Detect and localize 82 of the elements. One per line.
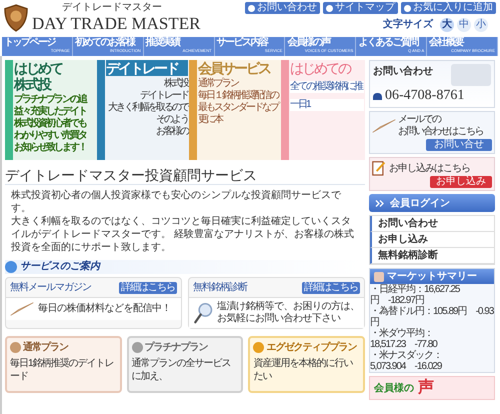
market-line: ・為替ドル円：105.89円 -0.93円 — [370, 306, 494, 328]
photo-placeholder — [451, 64, 491, 86]
plan-name: 通常プラン — [23, 341, 68, 354]
contact-title: お問い合わせ — [373, 64, 433, 79]
sidebar-menu-item[interactable]: お問い合わせ — [370, 216, 494, 232]
card-text: 塩漬け銘柄等で、お困りの方は、お気軽にお問い合わせ下さい — [217, 301, 360, 325]
font-size-button[interactable]: 小 — [474, 18, 488, 32]
plan-emblem-icon — [132, 342, 143, 353]
sidebar-menu-item[interactable]: 無料銘柄診断 — [370, 248, 494, 264]
market-line: ・日経平均：16,627.25円 -182.97円 — [370, 284, 461, 306]
banner-text: 毎日１銘柄推奨配信の — [198, 90, 280, 102]
banner-text: 一日1 — [290, 99, 364, 111]
banner-tab[interactable] — [5, 60, 13, 160]
banner-title: 株式投 — [14, 76, 52, 92]
banner-tab[interactable] — [97, 60, 105, 160]
banner-title: はじめて — [14, 60, 64, 76]
plan-text: 毎日1銘柄推奨のデイトレード — [10, 357, 115, 383]
chevrons-icon — [375, 200, 384, 206]
intro-paragraph: 株式投資初心者の個人投資家様でも安心のシンプルな投資顧問サービスです。 — [11, 189, 342, 215]
banner-text: 株式投 — [163, 78, 188, 90]
phone-icon — [373, 92, 382, 100]
section-heading: デイトレードマスター投資顧問サービス — [5, 166, 365, 185]
link-bullet-icon — [248, 4, 255, 12]
font-size-button[interactable]: 中 — [457, 18, 471, 32]
banner-text: 通常プラン — [198, 78, 240, 90]
details-button[interactable]: 詳細はこちら — [119, 282, 177, 294]
intro-paragraph: 大きく利幅を取るのではなく、コツコツと毎日確実に利益確定していくスタイルがデイトレードマスターです。 経験豊富なアナリストが、お客様の株式投資を全面的にサポート致します。 — [11, 215, 355, 254]
plan-text: 通常プランの全サービスに加え、 — [132, 357, 232, 383]
banner-text: プラチナプランの追 — [14, 94, 88, 105]
banner-title: はじめての — [290, 60, 352, 76]
banner-text: 最もスタンダードなプ — [198, 102, 280, 114]
banner-text: 更に本 — [198, 114, 224, 126]
sidebar-menu-item[interactable]: お申し込み — [370, 232, 494, 248]
voice-banner[interactable]: 会員様の 声 — [369, 376, 495, 400]
banner-text: 益々充実したデイト — [14, 106, 87, 117]
banner-text: お知らせ致します！ — [14, 142, 87, 154]
market-line: ・米ダウ平均：18,517.23 -77.80 — [370, 328, 438, 350]
globe-icon — [5, 261, 17, 273]
font-size-label: 文字サイズ — [383, 18, 433, 32]
apply-button[interactable]: お申し込み — [430, 176, 492, 188]
market-line: ・米ナスダック：5,073.904 -16.029 — [370, 350, 443, 372]
card-title: 無料銘柄診断 — [193, 280, 247, 295]
banner-title: デイトレード — [106, 60, 188, 76]
voice-label: 会員様の — [374, 382, 414, 396]
logo-text: DAY TRADE MASTER — [32, 14, 200, 34]
banner-tab[interactable] — [189, 60, 197, 160]
banner-text: デイトレード — [139, 90, 188, 102]
card-text: 毎日の株価材料などを配信中！ — [38, 303, 171, 315]
banner-title: 会員サービス — [198, 60, 272, 76]
mail-text: メールでの — [398, 114, 442, 126]
top-link[interactable]: お気に入りに追加 — [401, 2, 496, 14]
link-bullet-icon — [404, 4, 411, 12]
top-link[interactable]: お問い合わせ — [245, 2, 320, 14]
banner-text: わかりやすい売買タ — [14, 130, 88, 142]
phone-number: 06-4708-8761 — [385, 88, 464, 104]
voice-big-text: 声 — [418, 379, 434, 397]
plan-name: プラチナプラン — [144, 341, 208, 354]
banner-text: 大きく利幅を取るので — [107, 102, 188, 114]
mail-text: お問い合わせはこちら — [398, 126, 483, 138]
banner-tab[interactable] — [281, 60, 289, 160]
apply-text: お申し込みはこちら — [389, 162, 470, 176]
shield-logo-icon — [4, 4, 28, 32]
banner-text: お客様の — [155, 126, 188, 138]
clipboard-pencil-icon — [372, 160, 386, 176]
member-login-button[interactable]: 会員ログイン — [369, 194, 495, 212]
plan-emblem-icon — [253, 342, 264, 353]
contact-button[interactable]: お問い合せ — [426, 139, 492, 151]
market-summary-title: マーケットサマリー — [387, 270, 477, 284]
service-heading: サービスのご案内 — [20, 260, 100, 274]
plan-emblem-icon — [10, 342, 21, 353]
logo-kana: デイトレードマスター — [62, 2, 163, 14]
banner-text: 株式投資初心者でも — [14, 118, 88, 130]
font-size-button[interactable]: 大 — [440, 18, 454, 32]
plan-name: エグゼクティブプラン — [266, 341, 356, 354]
top-link[interactable]: サイトマップ — [323, 2, 398, 14]
banner-text: そのよう — [155, 114, 188, 126]
link-bullet-icon — [326, 4, 333, 12]
plan-text: 資産運用を本格的に行いたい — [253, 357, 354, 383]
magnifier-icon — [193, 302, 213, 324]
banner-text: 全ての推奨銘柄に推 — [290, 81, 364, 93]
card-title: 無料メールマガジン — [10, 280, 91, 295]
details-button[interactable]: 詳細はこちら — [302, 282, 360, 294]
